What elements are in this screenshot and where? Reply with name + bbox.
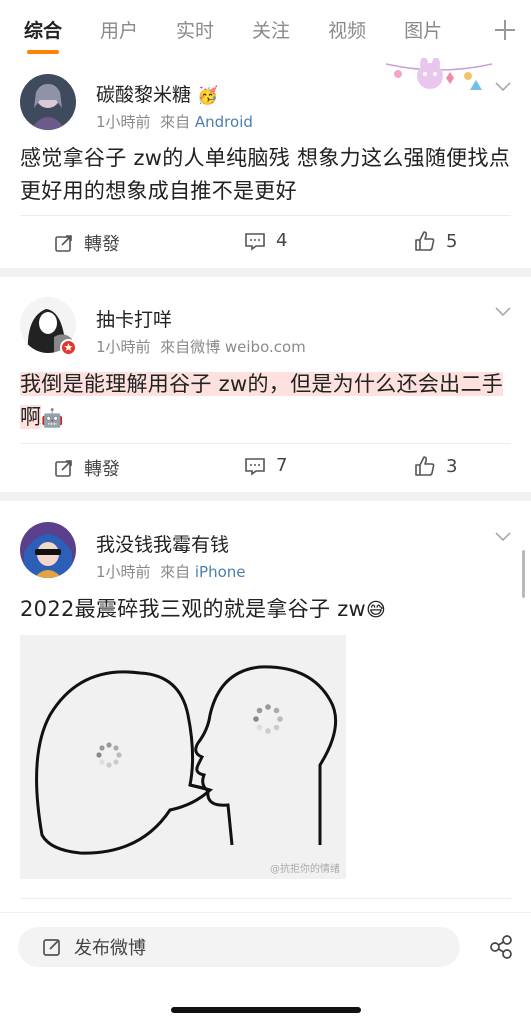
post-meta: 1小時前 來自 iPhone <box>96 563 246 581</box>
post-meta: 1小時前 來自微博 weibo.com <box>96 338 306 356</box>
post-source[interactable]: iPhone <box>195 563 246 581</box>
decoration-banner-icon <box>385 58 493 90</box>
home-indicator[interactable] <box>171 1007 361 1013</box>
scrollbar[interactable] <box>522 550 525 598</box>
post-card[interactable]: 碳酸黎米糖 🥳 1小時前 來自 Android 感觉拿谷子 zw的人单纯脑残 想… <box>0 58 531 268</box>
like-button[interactable]: 3 <box>414 455 457 477</box>
bottom-bar: 发布微博 <box>0 912 531 1024</box>
chevron-down-icon[interactable] <box>495 532 511 542</box>
tab-video[interactable]: 视频 <box>328 0 366 62</box>
tab-users[interactable]: 用户 <box>100 0 138 62</box>
comment-icon <box>245 232 265 251</box>
post-text: 2022最震碎我三观的就是拿谷子 zw😅 <box>20 597 387 621</box>
post-divider <box>0 492 531 501</box>
username[interactable]: 碳酸黎米糖 🥳 <box>96 80 218 107</box>
compose-button[interactable]: 发布微博 <box>18 927 460 967</box>
search-tabs: 综合 用户 实时 关注 视频 图片 <box>0 0 531 62</box>
post-meta: 1小時前 來自 Android <box>96 113 253 131</box>
avatar[interactable] <box>20 522 76 578</box>
username[interactable]: 我没钱我霉有钱 <box>96 530 229 557</box>
divider <box>20 215 511 216</box>
highlighted-text: 我倒是能理解用谷子 zw的，但是为什么还会出二手啊 <box>20 372 504 429</box>
post-image[interactable]: @抗拒你的情绪 <box>20 635 346 879</box>
username[interactable]: 抽卡打咩 <box>96 305 172 332</box>
image-watermark: @抗拒你的情绪 <box>270 864 340 875</box>
edit-icon <box>43 939 60 956</box>
post-text: 感觉拿谷子 zw的人单纯脑残 想象力这么强随便找点更好用的想象成自推不是更好 <box>20 146 511 203</box>
post-card[interactable]: 我没钱我霉有钱 1小時前 來自 iPhone 2022最震碎我三观的就是拿谷子 … <box>0 501 531 912</box>
post-card[interactable]: 抽卡打咩 1小時前 來自微博 weibo.com 我倒是能理解用谷子 zw的，但… <box>0 277 531 492</box>
thumbs-up-icon <box>415 456 435 476</box>
tab-following[interactable]: 关注 <box>252 0 290 62</box>
like-button[interactable]: 5 <box>414 230 457 252</box>
post-text: 我倒是能理解用谷子 zw的，但是为什么还会出二手啊🤖 <box>20 368 511 435</box>
post-divider <box>0 268 531 277</box>
repost-button[interactable]: 轉發 <box>54 230 120 256</box>
badge-icon: 🥳 <box>197 86 219 106</box>
chevron-down-icon[interactable] <box>495 307 511 317</box>
comment-button[interactable]: 7 <box>244 455 287 476</box>
comment-button[interactable]: 4 <box>244 230 287 251</box>
share-icon[interactable] <box>489 935 513 959</box>
avatar[interactable] <box>20 74 76 130</box>
repost-icon <box>55 460 72 477</box>
add-tab-icon[interactable] <box>493 14 517 44</box>
post-source[interactable]: Android <box>195 113 253 131</box>
tab-realtime[interactable]: 实时 <box>176 0 214 62</box>
repost-button[interactable]: 轉發 <box>54 455 120 481</box>
tab-comprehensive[interactable]: 综合 <box>24 0 62 62</box>
verified-badge-icon <box>60 339 77 356</box>
divider <box>20 898 511 899</box>
emoji-icon: 😅 <box>366 599 387 621</box>
chevron-down-icon[interactable] <box>495 82 511 92</box>
comment-icon <box>245 457 265 476</box>
tab-images[interactable]: 图片 <box>404 0 442 62</box>
emoji-icon: 🤖 <box>41 408 65 429</box>
divider <box>20 443 511 444</box>
post-source[interactable]: 微博 weibo.com <box>190 338 306 356</box>
thumbs-up-icon <box>415 231 435 251</box>
repost-icon <box>55 235 72 252</box>
